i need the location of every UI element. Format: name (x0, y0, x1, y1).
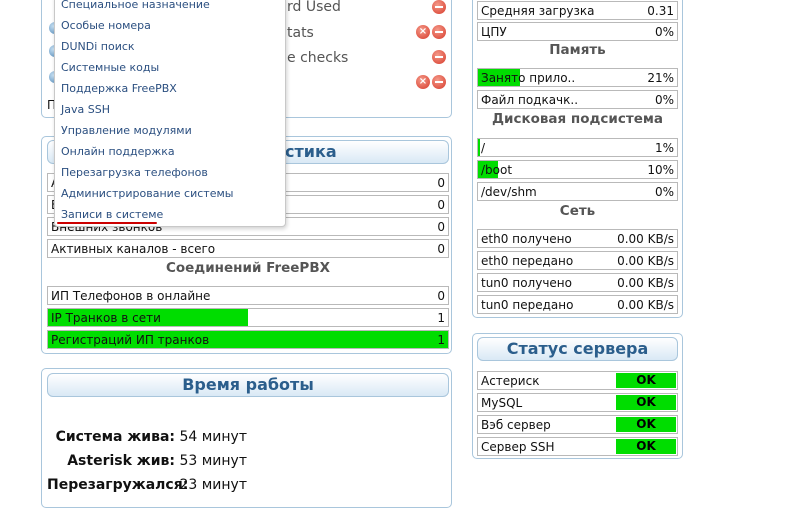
remove-icon[interactable] (432, 25, 446, 39)
service-label: Вэб сервер (481, 418, 551, 432)
uptime-value: 54 минут (179, 429, 247, 445)
network-row: eth0 получено 0.00 KB/s (477, 229, 678, 248)
service-row: Сервер SSH OK (477, 437, 678, 456)
connections-title: Соединений FreePBX (165, 260, 331, 276)
service-row: Астериск OK (477, 371, 678, 390)
network-row-value: 0.00 KB/s (617, 298, 674, 312)
stats-row: Активных каналов - всего 0 (47, 239, 449, 258)
uptime-value: 23 минут (179, 477, 247, 493)
service-row: Вэб сервер OK (477, 415, 678, 434)
menu-item-system-admin[interactable]: Администрирование системы (61, 187, 233, 200)
network-row-label: eth0 получено (481, 232, 572, 246)
service-label: Астериск (481, 374, 540, 388)
disk-row: /dev/shm 0% (477, 182, 678, 201)
remove-icon[interactable] (432, 0, 446, 14)
stats-row-value: 0 (437, 220, 445, 234)
uptime-value: 53 минут (179, 453, 247, 469)
menu-item-java-ssh[interactable]: Java SSH (61, 103, 110, 116)
disk-row-value: 1% (654, 141, 674, 155)
disk-row-label: / (481, 141, 486, 155)
menu-item-online-support[interactable]: Онлайн поддержка (61, 145, 175, 158)
menu-item-special-numbers[interactable]: Особые номера (61, 19, 151, 32)
uptime-label: Система жива: (55, 429, 175, 445)
memory-row-label: Файл подкачк.. (481, 93, 579, 107)
module-item-label: rd Used (287, 0, 341, 15)
disk-row-value: 10% (647, 163, 674, 177)
uptime-row: Система жива: 54 минут (47, 429, 247, 445)
menu-item-phone-restart[interactable]: Перезагрузка телефонов (61, 166, 208, 179)
connection-row-label: ИП Телефонов в онлайне (51, 289, 211, 303)
network-row-label: tun0 передано (481, 298, 574, 312)
network-row: eth0 передано 0.00 KB/s (477, 251, 678, 270)
network-row-label: tun0 получено (481, 276, 572, 290)
network-title: Сеть (559, 203, 596, 219)
disk-row-value: 0% (654, 185, 674, 199)
menu-item-special-purpose[interactable]: Специальное назначение (61, 0, 210, 11)
disk-row-label: /dev/shm (481, 185, 537, 199)
uptime-row: Asterisk жив: 53 минут (47, 453, 247, 469)
stats-row-value: 0 (437, 198, 445, 212)
service-label: Сервер SSH (481, 440, 555, 454)
memory-row-label: Занято прило.. (481, 71, 576, 85)
menu-item-module-admin[interactable]: Управление модулями (61, 124, 192, 137)
remove-icon[interactable] (432, 75, 446, 89)
disk-row: /boot 10% (477, 160, 678, 179)
service-status-badge: OK (616, 395, 676, 410)
system-row-label: Средняя загрузка (481, 4, 595, 18)
system-row: Средняя загрузка 0.31 (477, 1, 678, 20)
disk-row-label: /boot (481, 163, 513, 177)
stats-row-value: 0 (437, 176, 445, 190)
disk-row: / 1% (477, 138, 678, 157)
menu-item-freepbx-support[interactable]: Поддержка FreePBX (61, 82, 177, 95)
connection-row: ИП Телефонов в онлайне 0 (47, 286, 449, 305)
uptime-label: Перезагружался: (47, 477, 189, 493)
service-label: MySQL (481, 396, 523, 410)
network-row-value: 0.00 KB/s (617, 254, 674, 268)
service-status-badge: OK (616, 373, 676, 388)
service-status-badge: OK (616, 417, 676, 432)
uptime-row: Перезагружался: 23 минут (47, 477, 247, 493)
network-row: tun0 получено 0.00 KB/s (477, 273, 678, 292)
remove-icon[interactable] (432, 50, 446, 64)
network-row-value: 0.00 KB/s (617, 232, 674, 246)
network-row: tun0 передано 0.00 KB/s (477, 295, 678, 314)
statistics-title-text: стика (285, 142, 337, 161)
server-status-title: Статус сервера (477, 337, 678, 361)
stats-row-value: 0 (437, 242, 445, 256)
disk-fill (478, 139, 480, 156)
connection-row-value: 0 (437, 289, 445, 303)
service-row: MySQL OK (477, 393, 678, 412)
menu-item-system-codes[interactable]: Системные коды (61, 61, 159, 74)
uptime-panel-title: Время работы (47, 373, 449, 397)
module-item-label: e checks (287, 50, 349, 66)
connection-row-label: Регистраций ИП транков (51, 333, 210, 347)
menu-item-dundi-lookup[interactable]: DUNDi поиск (61, 40, 135, 53)
connection-row-value: 1 (437, 333, 445, 347)
connection-row-value: 1 (437, 311, 445, 325)
network-row-value: 0.00 KB/s (617, 276, 674, 290)
menu-item-system-logs[interactable]: Записи в системе (61, 208, 163, 221)
dropdown-menu: Специальное назначение Особые номера DUN… (54, 0, 286, 227)
connection-row: IP Транков в сети 1 (47, 308, 449, 327)
close-icon[interactable]: × (416, 25, 430, 39)
system-row-value: 0% (654, 25, 674, 39)
system-row-label: ЦПУ (481, 25, 507, 39)
disk-title: Дисковая подсистема (491, 111, 664, 127)
memory-title: Память (549, 42, 606, 58)
system-row: ЦПУ 0% (477, 22, 678, 41)
network-row-label: eth0 передано (481, 254, 574, 268)
close-icon[interactable]: × (416, 75, 430, 89)
memory-row-value: 0% (654, 93, 674, 107)
module-item-label: tats (287, 25, 314, 41)
stats-row-label: Активных каналов - всего (51, 242, 216, 256)
connection-row: Регистраций ИП транков 1 (47, 330, 449, 349)
memory-row: Занято прило.. 21% (477, 68, 678, 87)
menu-item-underline (57, 222, 157, 224)
uptime-label: Asterisk жив: (67, 453, 175, 469)
connection-row-label: IP Транков в сети (51, 311, 161, 325)
memory-row-value: 21% (647, 71, 674, 85)
memory-row: Файл подкачк.. 0% (477, 90, 678, 109)
service-status-badge: OK (616, 439, 676, 454)
system-row-value: 0.31 (647, 4, 674, 18)
